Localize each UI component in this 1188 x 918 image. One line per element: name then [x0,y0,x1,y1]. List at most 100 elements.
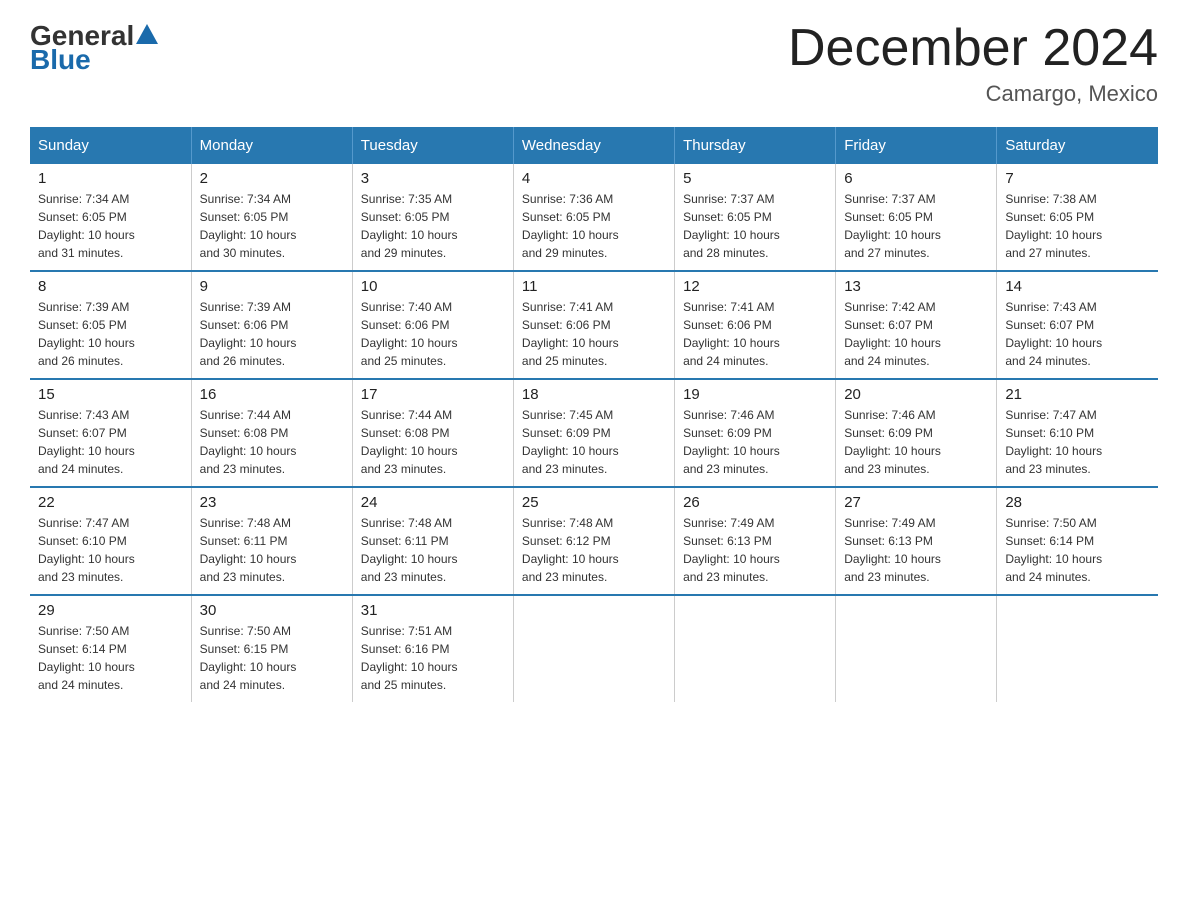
calendar-cell: 13 Sunrise: 7:42 AM Sunset: 6:07 PM Dayl… [836,271,997,379]
calendar-table: SundayMondayTuesdayWednesdayThursdayFrid… [30,127,1158,702]
calendar-cell: 12 Sunrise: 7:41 AM Sunset: 6:06 PM Dayl… [675,271,836,379]
day-number: 1 [38,170,183,187]
calendar-cell: 23 Sunrise: 7:48 AM Sunset: 6:11 PM Dayl… [191,487,352,595]
day-info: Sunrise: 7:48 AM Sunset: 6:11 PM Dayligh… [361,514,505,586]
day-info: Sunrise: 7:35 AM Sunset: 6:05 PM Dayligh… [361,190,505,262]
calendar-cell: 20 Sunrise: 7:46 AM Sunset: 6:09 PM Dayl… [836,379,997,487]
day-number: 19 [683,386,827,403]
day-number: 26 [683,494,827,511]
day-number: 10 [361,278,505,295]
calendar-cell: 24 Sunrise: 7:48 AM Sunset: 6:11 PM Dayl… [352,487,513,595]
page-title: December 2024 [788,20,1158,77]
calendar-cell: 22 Sunrise: 7:47 AM Sunset: 6:10 PM Dayl… [30,487,191,595]
day-info: Sunrise: 7:47 AM Sunset: 6:10 PM Dayligh… [38,514,183,586]
day-number: 30 [200,602,344,619]
day-info: Sunrise: 7:41 AM Sunset: 6:06 PM Dayligh… [683,298,827,370]
day-number: 3 [361,170,505,187]
subtitle: Camargo, Mexico [788,81,1158,107]
calendar-cell [675,595,836,702]
calendar-week-row: 15 Sunrise: 7:43 AM Sunset: 6:07 PM Dayl… [30,379,1158,487]
day-info: Sunrise: 7:34 AM Sunset: 6:05 PM Dayligh… [38,190,183,262]
day-number: 2 [200,170,344,187]
day-number: 25 [522,494,666,511]
weekday-header-wednesday: Wednesday [513,127,674,164]
calendar-cell: 17 Sunrise: 7:44 AM Sunset: 6:08 PM Dayl… [352,379,513,487]
weekday-header-monday: Monday [191,127,352,164]
day-number: 22 [38,494,183,511]
weekday-header-friday: Friday [836,127,997,164]
day-number: 23 [200,494,344,511]
day-info: Sunrise: 7:48 AM Sunset: 6:11 PM Dayligh… [200,514,344,586]
day-info: Sunrise: 7:42 AM Sunset: 6:07 PM Dayligh… [844,298,988,370]
logo: General Blue [30,20,158,76]
logo-blue: Blue [30,44,91,76]
calendar-cell: 28 Sunrise: 7:50 AM Sunset: 6:14 PM Dayl… [997,487,1158,595]
day-number: 24 [361,494,505,511]
calendar-cell: 1 Sunrise: 7:34 AM Sunset: 6:05 PM Dayli… [30,164,191,271]
calendar-cell: 27 Sunrise: 7:49 AM Sunset: 6:13 PM Dayl… [836,487,997,595]
day-number: 7 [1005,170,1150,187]
day-number: 31 [361,602,505,619]
calendar-cell: 16 Sunrise: 7:44 AM Sunset: 6:08 PM Dayl… [191,379,352,487]
day-number: 5 [683,170,827,187]
day-number: 13 [844,278,988,295]
calendar-week-row: 22 Sunrise: 7:47 AM Sunset: 6:10 PM Dayl… [30,487,1158,595]
day-number: 18 [522,386,666,403]
day-info: Sunrise: 7:43 AM Sunset: 6:07 PM Dayligh… [1005,298,1150,370]
calendar-cell: 21 Sunrise: 7:47 AM Sunset: 6:10 PM Dayl… [997,379,1158,487]
day-info: Sunrise: 7:50 AM Sunset: 6:14 PM Dayligh… [1005,514,1150,586]
day-info: Sunrise: 7:48 AM Sunset: 6:12 PM Dayligh… [522,514,666,586]
day-info: Sunrise: 7:41 AM Sunset: 6:06 PM Dayligh… [522,298,666,370]
day-info: Sunrise: 7:49 AM Sunset: 6:13 PM Dayligh… [844,514,988,586]
calendar-cell: 7 Sunrise: 7:38 AM Sunset: 6:05 PM Dayli… [997,164,1158,271]
calendar-cell: 5 Sunrise: 7:37 AM Sunset: 6:05 PM Dayli… [675,164,836,271]
calendar-cell: 9 Sunrise: 7:39 AM Sunset: 6:06 PM Dayli… [191,271,352,379]
calendar-week-row: 29 Sunrise: 7:50 AM Sunset: 6:14 PM Dayl… [30,595,1158,702]
calendar-cell: 31 Sunrise: 7:51 AM Sunset: 6:16 PM Dayl… [352,595,513,702]
day-number: 11 [522,278,666,295]
calendar-cell: 26 Sunrise: 7:49 AM Sunset: 6:13 PM Dayl… [675,487,836,595]
calendar-cell: 25 Sunrise: 7:48 AM Sunset: 6:12 PM Dayl… [513,487,674,595]
calendar-cell [997,595,1158,702]
page-header: General Blue December 2024 Camargo, Mexi… [30,20,1158,107]
day-number: 16 [200,386,344,403]
title-block: December 2024 Camargo, Mexico [788,20,1158,107]
day-number: 21 [1005,386,1150,403]
weekday-header-tuesday: Tuesday [352,127,513,164]
calendar-cell: 19 Sunrise: 7:46 AM Sunset: 6:09 PM Dayl… [675,379,836,487]
day-info: Sunrise: 7:46 AM Sunset: 6:09 PM Dayligh… [683,406,827,478]
calendar-cell: 30 Sunrise: 7:50 AM Sunset: 6:15 PM Dayl… [191,595,352,702]
calendar-week-row: 8 Sunrise: 7:39 AM Sunset: 6:05 PM Dayli… [30,271,1158,379]
day-info: Sunrise: 7:39 AM Sunset: 6:05 PM Dayligh… [38,298,183,370]
day-info: Sunrise: 7:50 AM Sunset: 6:14 PM Dayligh… [38,622,183,694]
day-info: Sunrise: 7:37 AM Sunset: 6:05 PM Dayligh… [844,190,988,262]
day-info: Sunrise: 7:49 AM Sunset: 6:13 PM Dayligh… [683,514,827,586]
day-info: Sunrise: 7:38 AM Sunset: 6:05 PM Dayligh… [1005,190,1150,262]
day-info: Sunrise: 7:50 AM Sunset: 6:15 PM Dayligh… [200,622,344,694]
day-number: 17 [361,386,505,403]
day-number: 9 [200,278,344,295]
logo-triangle-icon [136,22,158,44]
day-info: Sunrise: 7:36 AM Sunset: 6:05 PM Dayligh… [522,190,666,262]
day-number: 15 [38,386,183,403]
calendar-cell: 6 Sunrise: 7:37 AM Sunset: 6:05 PM Dayli… [836,164,997,271]
day-info: Sunrise: 7:51 AM Sunset: 6:16 PM Dayligh… [361,622,505,694]
day-number: 4 [522,170,666,187]
day-number: 20 [844,386,988,403]
day-info: Sunrise: 7:44 AM Sunset: 6:08 PM Dayligh… [361,406,505,478]
day-number: 29 [38,602,183,619]
calendar-cell [513,595,674,702]
day-info: Sunrise: 7:43 AM Sunset: 6:07 PM Dayligh… [38,406,183,478]
calendar-cell: 3 Sunrise: 7:35 AM Sunset: 6:05 PM Dayli… [352,164,513,271]
calendar-cell: 4 Sunrise: 7:36 AM Sunset: 6:05 PM Dayli… [513,164,674,271]
calendar-cell: 14 Sunrise: 7:43 AM Sunset: 6:07 PM Dayl… [997,271,1158,379]
day-number: 12 [683,278,827,295]
day-info: Sunrise: 7:37 AM Sunset: 6:05 PM Dayligh… [683,190,827,262]
day-number: 8 [38,278,183,295]
weekday-header-thursday: Thursday [675,127,836,164]
calendar-cell: 10 Sunrise: 7:40 AM Sunset: 6:06 PM Dayl… [352,271,513,379]
weekday-header-sunday: Sunday [30,127,191,164]
day-info: Sunrise: 7:34 AM Sunset: 6:05 PM Dayligh… [200,190,344,262]
calendar-cell: 11 Sunrise: 7:41 AM Sunset: 6:06 PM Dayl… [513,271,674,379]
day-info: Sunrise: 7:39 AM Sunset: 6:06 PM Dayligh… [200,298,344,370]
